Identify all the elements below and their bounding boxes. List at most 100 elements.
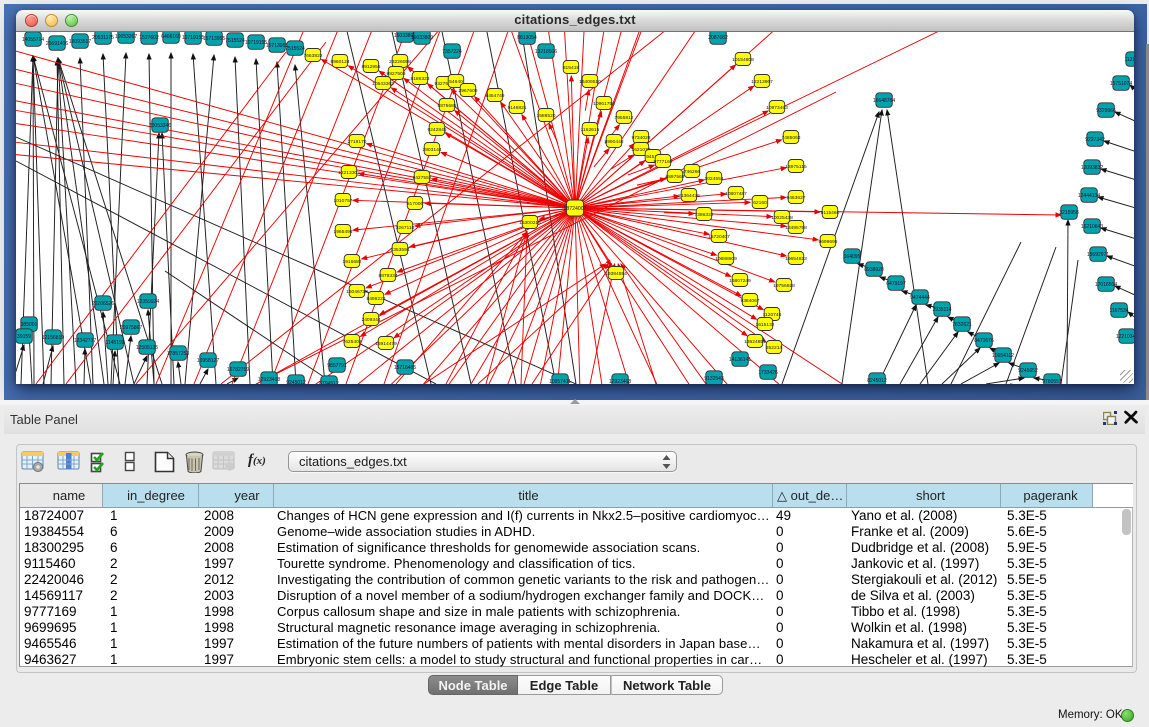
svg-text:8498222: 8498222 [366, 296, 385, 302]
svg-text:12093832: 12093832 [1081, 165, 1103, 171]
svg-text:7515524: 7515524 [285, 46, 305, 52]
svg-text:10154808: 10154808 [732, 57, 754, 63]
svg-text:8912955: 8912955 [361, 64, 380, 70]
svg-text:2718170: 2718170 [347, 139, 366, 145]
svg-text:8878334: 8878334 [378, 273, 397, 279]
svg-text:252214: 252214 [766, 345, 783, 351]
svg-text:8938928: 8938928 [864, 267, 884, 273]
svg-text:10957411: 10957411 [549, 379, 571, 384]
svg-text:13975115: 13975115 [785, 164, 807, 170]
svg-text:16210643: 16210643 [1081, 224, 1103, 230]
svg-text:9474444: 9474444 [910, 295, 930, 301]
svg-text:1916682: 1916682 [342, 259, 361, 265]
svg-text:9146821: 9146821 [507, 105, 526, 111]
svg-text:39159: 39159 [17, 334, 31, 340]
svg-text:9242845: 9242845 [427, 127, 446, 133]
svg-text:8794512: 8794512 [319, 381, 339, 384]
svg-text:10654112: 10654112 [992, 353, 1014, 359]
svg-text:817006: 817006 [407, 201, 424, 207]
svg-text:16046738: 16046738 [346, 289, 368, 295]
svg-text:12923468: 12923468 [258, 377, 280, 383]
svg-text:13495758: 13495758 [785, 225, 807, 231]
svg-text:8245012: 8245012 [867, 378, 887, 384]
svg-text:7357224: 7357224 [442, 49, 462, 55]
svg-text:7955812: 7955812 [614, 115, 633, 121]
svg-text:8960124: 8960124 [330, 59, 349, 65]
svg-text:12359924: 12359924 [137, 299, 159, 305]
svg-text:16093517: 16093517 [69, 39, 91, 45]
svg-text:16782759: 16782759 [227, 367, 249, 373]
svg-text:2935114: 2935114 [932, 307, 951, 313]
svg-text:14055714: 14055714 [22, 37, 44, 43]
svg-text:23226058: 23226058 [389, 59, 411, 65]
svg-text:20206526: 20206526 [92, 301, 114, 307]
svg-text:9115460: 9115460 [821, 210, 840, 216]
svg-text:9777169: 9777169 [653, 159, 672, 165]
svg-text:9857791: 9857791 [327, 363, 347, 369]
svg-text:7625402: 7625402 [342, 339, 361, 345]
svg-text:9827503: 9827503 [386, 71, 405, 77]
svg-text:12923468: 12923468 [609, 379, 631, 384]
svg-text:8813054: 8813054 [517, 35, 537, 41]
svg-text:10958127: 10958127 [197, 358, 219, 364]
svg-text:16409510: 16409510 [579, 79, 601, 85]
svg-text:9699695: 9699695 [818, 239, 837, 245]
svg-text:20531175: 20531175 [92, 35, 114, 41]
svg-text:12342737: 12342737 [74, 338, 96, 344]
svg-text:2409344: 2409344 [361, 317, 380, 323]
svg-text:18724007: 18724007 [563, 206, 586, 212]
svg-text:10961758: 10961758 [593, 101, 615, 107]
svg-text:3267110: 3267110 [396, 225, 415, 231]
svg-text:7663822: 7663822 [303, 53, 322, 59]
svg-text:2967608: 2967608 [458, 88, 477, 94]
svg-text:5875685: 5875685 [437, 103, 456, 109]
svg-text:9245012: 9245012 [286, 380, 306, 384]
svg-text:19756928: 19756928 [773, 283, 795, 289]
svg-text:20053346: 20053346 [149, 123, 171, 129]
svg-text:62160: 62160 [753, 200, 767, 206]
svg-text:1010757: 1010757 [333, 198, 352, 204]
svg-text:15692971: 15692971 [1087, 252, 1109, 258]
svg-text:17016504: 17016504 [1095, 282, 1117, 288]
svg-text:8454749: 8454749 [485, 93, 504, 99]
svg-text:9132543: 9132543 [704, 376, 724, 382]
svg-text:1965498: 1965498 [333, 229, 352, 235]
svg-text:10973493: 10973493 [766, 105, 788, 111]
svg-text:1145193: 1145193 [105, 340, 124, 346]
svg-text:7632621: 7632621 [952, 322, 972, 328]
svg-text:164095: 164095 [844, 254, 861, 260]
svg-text:12213302: 12213302 [338, 170, 360, 176]
svg-text:15300215: 15300215 [519, 220, 541, 226]
svg-text:15716485: 15716485 [394, 365, 416, 371]
svg-text:20975867: 20975867 [120, 325, 142, 331]
svg-text:1588520: 1588520 [536, 113, 555, 119]
svg-text:10719155: 10719155 [245, 40, 267, 46]
svg-text:10688609: 10688609 [715, 256, 737, 262]
svg-text:1120746: 1120746 [763, 312, 782, 318]
svg-text:3024554: 3024554 [704, 176, 723, 182]
svg-text:15751074: 15751074 [1110, 81, 1132, 87]
svg-text:9227342: 9227342 [1085, 137, 1105, 143]
svg-text:16807249: 16807249 [729, 278, 751, 284]
svg-text:10653267: 10653267 [115, 34, 137, 40]
svg-text:12213967: 12213967 [751, 79, 773, 85]
svg-text:8990448: 8990448 [604, 139, 623, 145]
svg-text:1733426: 1733426 [758, 370, 778, 376]
svg-text:6479197: 6479197 [886, 281, 906, 287]
svg-text:8471676: 8471676 [974, 338, 994, 344]
svg-text:6466160: 6466160 [161, 34, 181, 40]
svg-text:10719155: 10719155 [182, 35, 204, 41]
svg-text:385001: 385001 [21, 322, 38, 328]
svg-text:16648784: 16648784 [873, 98, 895, 104]
svg-text:19654923: 19654923 [785, 256, 807, 262]
svg-text:16914479: 16914479 [375, 341, 397, 347]
svg-text:13524851: 13524851 [744, 339, 766, 345]
svg-text:15713955: 15713955 [203, 36, 225, 42]
svg-text:6897568: 6897568 [665, 174, 684, 180]
svg-text:7485063: 7485063 [781, 135, 800, 141]
svg-text:9384067: 9384067 [740, 298, 759, 304]
svg-text:9427552: 9427552 [412, 175, 431, 181]
svg-text:7515524: 7515524 [225, 38, 245, 44]
svg-text:1615132: 1615132 [755, 322, 774, 328]
svg-text:14136141: 14136141 [729, 357, 751, 363]
